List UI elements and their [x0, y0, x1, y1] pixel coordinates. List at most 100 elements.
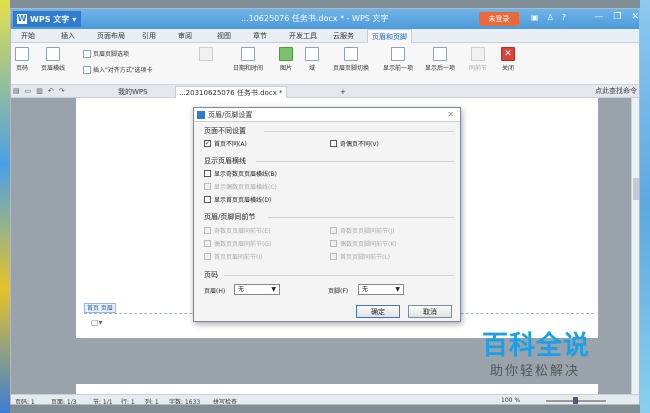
paste-icon[interactable]: ▢▾ — [91, 318, 103, 327]
help-icon[interactable]: ? — [562, 13, 566, 22]
vertical-scrollbar[interactable] — [631, 98, 639, 394]
cancel-button[interactable]: 取消 — [408, 305, 452, 318]
show-prev-button[interactable]: 显示前一项 — [383, 47, 413, 72]
date-time-button[interactable]: 日期和时间 — [233, 47, 263, 72]
tab-reference[interactable]: 引用 — [138, 29, 160, 43]
switch-icon — [344, 47, 358, 61]
ribbon: 页码 页眉横线 页眉页脚选项 插入"对齐方式"选项卡 日期和时间 图片 域 页眉… — [11, 43, 639, 85]
close-icon: ✕ — [501, 47, 515, 61]
ok-button[interactable]: 确定 — [356, 305, 400, 318]
first-footer-prev-checkbox[interactable]: 首页页脚同前节(L) — [330, 252, 390, 261]
first-header-line-checkbox[interactable]: 显示首页页眉横线(D) — [204, 195, 271, 204]
tab-view[interactable]: 视图 — [213, 29, 235, 43]
tab-document[interactable]: ...20310625076 任务书.docx * — [175, 86, 287, 98]
picture-button[interactable]: 图片 — [279, 47, 293, 72]
spell-check[interactable]: 拼写检查 — [213, 397, 237, 404]
chevron-down-icon: ▼ — [271, 286, 276, 293]
link-icon — [471, 47, 485, 61]
header-line-button[interactable]: 页眉横线 — [41, 47, 65, 72]
odd-header-line-checkbox[interactable]: 显示奇数页页眉横线(B) — [204, 169, 277, 178]
show-next-button[interactable]: 显示后一项 — [425, 47, 455, 72]
title-tools: ▣ ♙ ? — [531, 13, 566, 22]
checkbox-box — [204, 183, 211, 190]
undo-icon[interactable]: ↶ — [48, 87, 54, 95]
odd-even-diff-label: 奇偶页不同(V) — [340, 141, 379, 148]
document-icon — [199, 47, 213, 61]
quick-access: ▤ ▭ ▥ ↶ ↷ — [13, 87, 65, 95]
tab-review[interactable]: 审阅 — [174, 29, 196, 43]
divider — [256, 161, 454, 162]
first-header-line-label: 显示首页页眉横线(D) — [214, 197, 272, 204]
insert-align-label: 插入"对齐方式"选项卡 — [93, 67, 153, 74]
odd-header-line-label: 显示奇数页页眉横线(B) — [214, 171, 277, 178]
footer-page-num-select[interactable]: 无 ▼ — [358, 284, 404, 295]
checkbox-box — [330, 240, 337, 247]
tab-insert[interactable]: 插入 — [57, 29, 79, 43]
calendar-icon — [241, 47, 255, 61]
date-time-label: 日期和时间 — [233, 65, 264, 72]
settings-icon — [83, 49, 91, 58]
insert-align-button[interactable]: 插入"对齐方式"选项卡 — [83, 65, 153, 74]
zoom-handle[interactable] — [573, 397, 578, 404]
close-header-button[interactable]: ✕ 关闭 — [501, 47, 515, 72]
menu-tabs: 开始 插入 页面布局 引用 审阅 视图 章节 开发工具 云服务 页眉和页脚 — [11, 29, 639, 43]
save-icon[interactable]: ▭ — [25, 87, 32, 95]
folder-icon[interactable]: ▤ — [13, 87, 20, 95]
field-button[interactable]: 域 — [305, 47, 319, 72]
odd-even-diff-checkbox[interactable]: 奇偶页不同(V) — [330, 139, 379, 148]
close-button[interactable]: ✕ — [631, 12, 639, 22]
new-tab-icon[interactable]: + — [337, 86, 349, 98]
tab-cloud[interactable]: 云服务 — [329, 29, 358, 43]
tab-chapter[interactable]: 章节 — [249, 29, 271, 43]
first-page-diff-checkbox[interactable]: ✓ 首页不同(A) — [204, 139, 247, 148]
maximize-button[interactable]: ❐ — [613, 12, 621, 22]
tab-home[interactable]: 开始 — [17, 29, 39, 43]
first-footer-prev-label: 首页页脚同前节(L) — [340, 254, 391, 261]
tab-developer[interactable]: 开发工具 — [285, 29, 321, 43]
section-page-num: 页码 — [204, 271, 218, 279]
desktop-left-strip — [0, 0, 10, 413]
title-bar: W WPS 文字 ▾ ...10625076 任务书.docx * - WPS … — [11, 9, 639, 29]
dialog-close-icon[interactable]: ✕ — [447, 108, 454, 122]
switch-header-footer-button[interactable]: 页眉页脚切换 — [333, 47, 369, 72]
first-header-prev-checkbox[interactable]: 首页页眉同前节(I) — [204, 252, 262, 261]
header-options-button[interactable]: 页眉页脚选项 — [83, 49, 129, 58]
scroll-thumb[interactable] — [633, 178, 639, 200]
switch-label: 页眉页脚切换 — [333, 65, 370, 72]
odd-footer-prev-checkbox[interactable]: 奇数页页脚同前节(J) — [330, 226, 394, 235]
section-diff: 页面不同设置 — [204, 127, 246, 135]
app-name: WPS 文字 — [30, 14, 70, 24]
same-as-prev-button[interactable]: 同前节 — [469, 47, 487, 72]
odd-header-prev-checkbox[interactable]: 奇数页页眉同前节(E) — [204, 226, 270, 235]
page-number-button[interactable]: 页码 — [15, 47, 29, 72]
header-line-label: 页眉横线 — [41, 65, 66, 72]
divider — [268, 217, 454, 218]
status-row: 行: 1 — [121, 399, 135, 405]
chevron-down-icon: ▼ — [395, 286, 400, 293]
header-page-num-select[interactable]: 无 ▼ — [234, 284, 280, 295]
shirt-icon[interactable]: ♙ — [547, 13, 554, 22]
header-footer-dialog: 页眉/页脚设置 ✕ 页面不同设置 ✓ 首页不同(A) 奇偶页不同(V) 显示页眉… — [193, 107, 461, 322]
close-label: 关闭 — [501, 65, 514, 72]
print-icon[interactable]: ▥ — [36, 87, 43, 95]
tab-header-footer[interactable]: 页眉和页脚 — [367, 29, 412, 43]
footer-select-label: 页脚(F) — [328, 288, 349, 295]
even-header-line-checkbox[interactable]: 显示偶数页页眉横线(C) — [204, 182, 277, 191]
search-command[interactable]: 点此查找命令 — [595, 86, 637, 96]
minimize-button[interactable]: — — [594, 12, 603, 22]
even-footer-prev-checkbox[interactable]: 偶数页页脚同前节(K) — [330, 239, 397, 248]
app-menu-button[interactable]: W WPS 文字 ▾ — [13, 11, 81, 27]
even-header-prev-checkbox[interactable]: 偶数页页眉同前节(G) — [204, 239, 271, 248]
check-icon: ✓ — [204, 140, 211, 147]
tab-page-layout[interactable]: 页面布局 — [93, 29, 129, 43]
disabled-button[interactable] — [199, 47, 213, 63]
prev-icon — [391, 47, 405, 61]
field-label: 域 — [308, 65, 315, 72]
chevron-down-icon: ▾ — [72, 14, 77, 24]
redo-icon[interactable]: ↷ — [59, 87, 65, 95]
login-button[interactable]: 未登录 — [479, 12, 519, 26]
field-icon — [305, 47, 319, 61]
tab-my-wps[interactable]: 我的WPS — [115, 86, 151, 98]
skin-icon[interactable]: ▣ — [531, 13, 539, 22]
show-prev-label: 显示前一项 — [383, 65, 414, 72]
